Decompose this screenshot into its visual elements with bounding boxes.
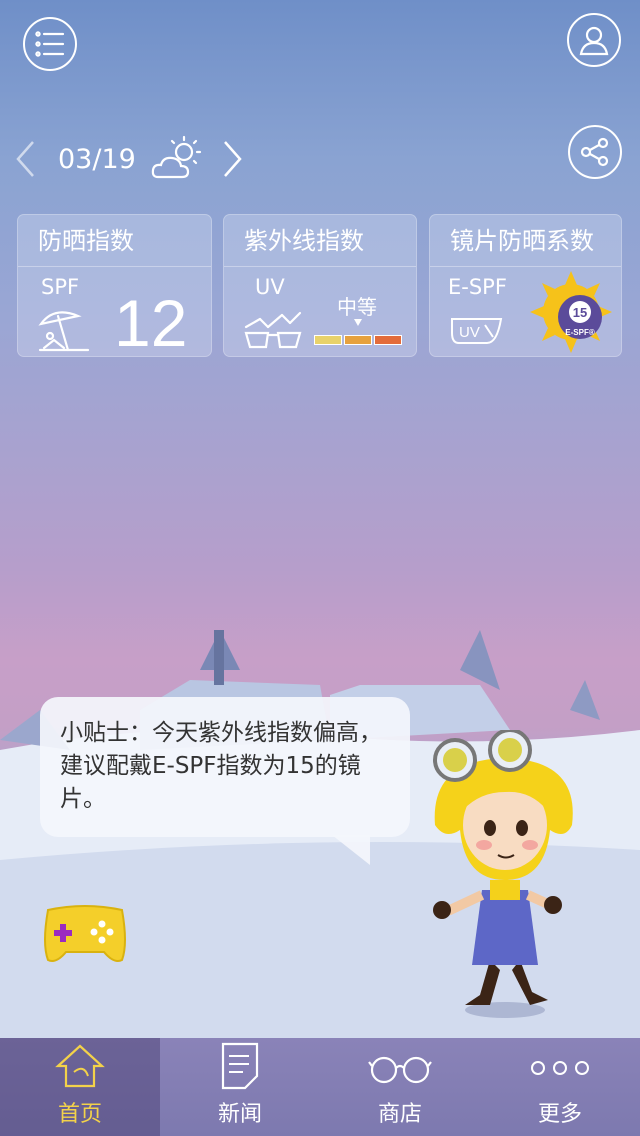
menu-button[interactable] [23, 17, 77, 71]
uv-glasses-icon [244, 311, 302, 349]
spf-card-title: 防晒指数 [18, 215, 211, 267]
espf-badge-value: 15 [573, 305, 587, 320]
tab-store-label: 商店 [377, 1102, 422, 1127]
tip-text: 小贴士：今天紫外线指数偏高，建议配戴E-SPF指数为15的镜片。 [60, 720, 382, 812]
share-button[interactable] [568, 125, 622, 179]
home-icon [55, 1044, 105, 1088]
partly-cloudy-sun-icon [151, 135, 201, 179]
beach-umbrella-icon [38, 311, 90, 352]
uv-card-title: 紫外线指数 [224, 215, 416, 267]
mascot-character [433, 730, 573, 1018]
current-date: 03/19 [58, 143, 136, 175]
tab-news-label: 新闻 [217, 1102, 262, 1127]
spf-value: 12 [114, 286, 188, 360]
uv-level-marker [354, 319, 362, 326]
espf-badge-text: E-SPF® [565, 328, 595, 337]
uv-lens-icon: UV [451, 318, 503, 344]
uv-card[interactable]: 紫外线指数 UV 中等 [223, 214, 417, 357]
menu-list-icon [35, 31, 65, 57]
uv-scale [314, 335, 402, 345]
espf-badge: 15 E-SPF® [530, 271, 612, 353]
lens-card[interactable]: 镜片防晒系数 E-SPF UV 15 E-SPF® [429, 214, 622, 357]
espf-label: E-SPF [448, 275, 507, 299]
uv-label: UV [255, 275, 285, 299]
tip-bubble-tail [332, 835, 370, 865]
uv-level: 中等 [337, 295, 377, 319]
bottom-tab-bar: 首页 新闻 商店 更多 [0, 1038, 640, 1136]
uv-scale-medium [344, 335, 372, 345]
tip-bubble: 小贴士：今天紫外线指数偏高，建议配戴E-SPF指数为15的镜片。 [40, 697, 410, 837]
previous-day-button[interactable] [14, 139, 36, 179]
tab-store[interactable]: 商店 [320, 1038, 480, 1136]
profile-button[interactable] [567, 13, 621, 67]
share-icon [580, 137, 609, 167]
tab-home[interactable]: 首页 [0, 1038, 160, 1136]
spf-card[interactable]: 防晒指数 SPF 12 [17, 214, 212, 360]
gamepad-icon[interactable] [42, 904, 128, 964]
svg-text:UV: UV [459, 324, 480, 341]
tab-more[interactable]: 更多 [480, 1038, 640, 1136]
lens-card-title: 镜片防晒系数 [430, 215, 621, 267]
date-bar: 03/19 [14, 126, 244, 192]
tab-more-label: 更多 [537, 1102, 582, 1127]
spf-label: SPF [41, 275, 80, 299]
news-icon [221, 1042, 259, 1090]
uv-scale-high [374, 335, 402, 345]
uv-scale-low [314, 335, 342, 345]
glasses-icon [368, 1056, 432, 1084]
user-icon [579, 26, 609, 56]
tab-news[interactable]: 新闻 [160, 1038, 320, 1136]
next-day-button[interactable] [222, 139, 244, 179]
tab-home-label: 首页 [57, 1102, 102, 1127]
more-dots-icon [531, 1061, 589, 1075]
